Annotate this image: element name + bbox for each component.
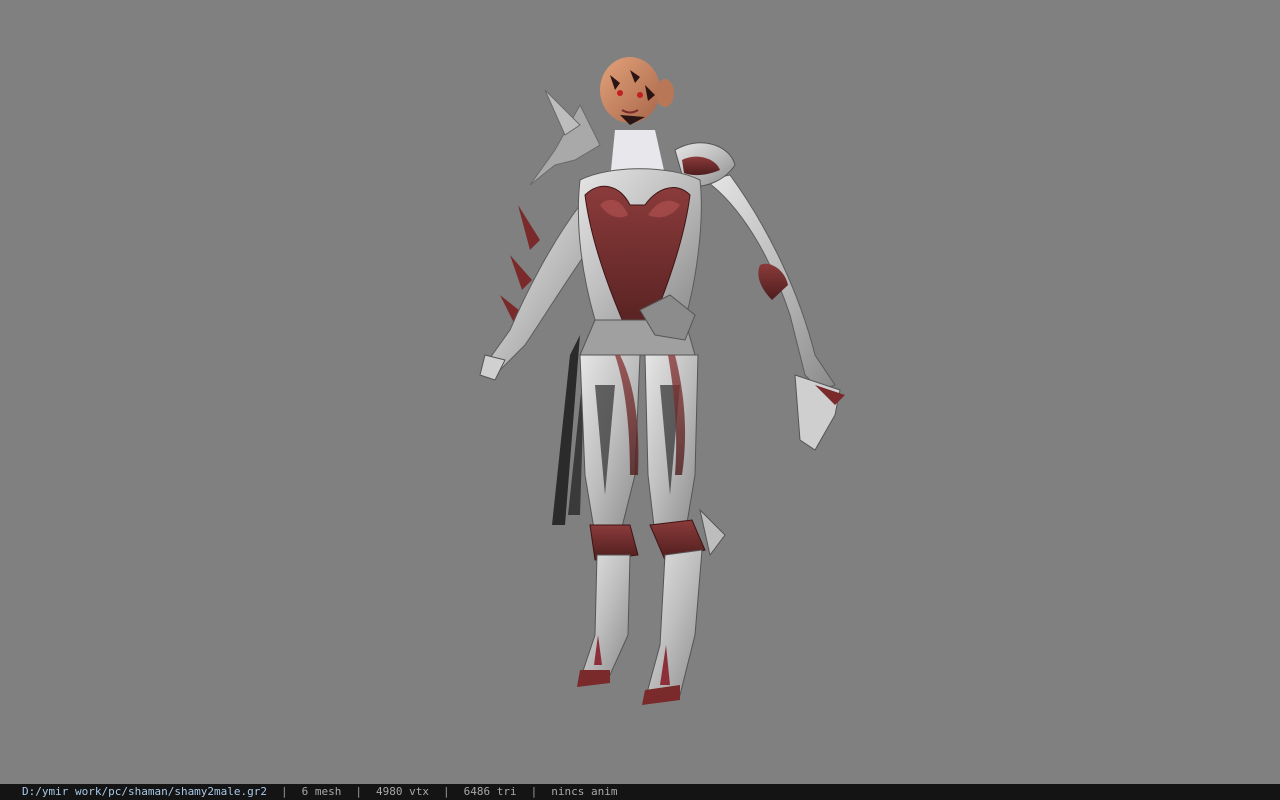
separator: | [281, 785, 288, 798]
separator: | [443, 785, 450, 798]
separator: | [530, 785, 538, 798]
triangle-count: 6486 tri [463, 785, 517, 798]
3d-viewport[interactable] [0, 0, 1280, 784]
status-bar: D:/ymir work/pc/shaman/shamy2male.gr2 | … [0, 784, 1280, 800]
separator: | [355, 785, 363, 798]
mesh-count: 6 mesh [301, 785, 342, 798]
character-model-icon[interactable] [470, 55, 860, 720]
vertex-count: 4980 vtx [376, 785, 430, 798]
model-file-path: D:/ymir work/pc/shaman/shamy2male.gr2 [22, 785, 268, 798]
animation-status: nincs anim [551, 785, 618, 798]
